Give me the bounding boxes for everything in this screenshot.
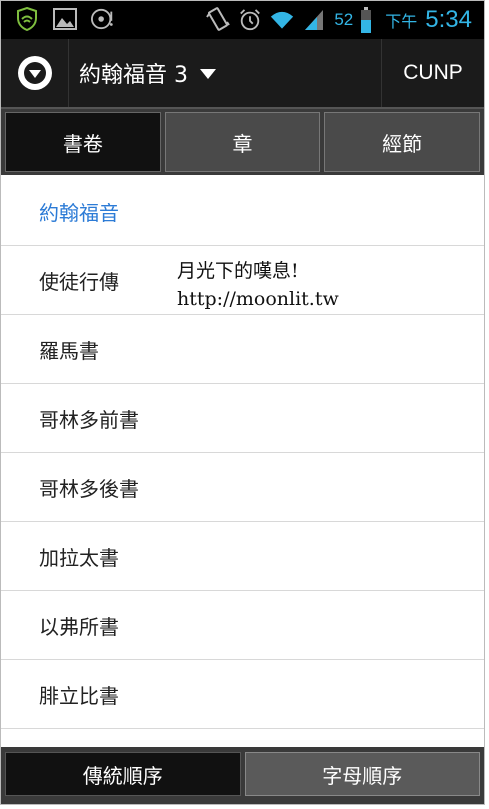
wifi-icon — [270, 8, 294, 32]
list-item[interactable]: 以弗所書 — [1, 591, 484, 660]
watermark-line-1: 月光下的嘆息! — [177, 260, 299, 282]
tab-book[interactable]: 書卷 — [5, 112, 161, 172]
list-item[interactable]: 哥林多後書 — [1, 453, 484, 522]
version-button[interactable]: CUNP — [382, 39, 484, 107]
list-item[interactable]: 腓立比書 — [1, 660, 484, 729]
alarm-icon — [238, 8, 262, 32]
tab-verse[interactable]: 經節 — [324, 112, 481, 172]
alphabetical-order-button[interactable]: 字母順序 — [244, 752, 480, 796]
tab-chapter[interactable]: 章 — [164, 112, 321, 172]
app-frame: 52 下午 5:34 約翰福音 3 CUNP 書卷 章 經節 約翰福音 使徒行傳… — [0, 0, 485, 805]
vibrate-icon — [206, 7, 231, 32]
battery-level: 52 — [334, 10, 354, 29]
list-item[interactable]: 羅馬書 — [1, 315, 484, 384]
media-disc-icon — [91, 7, 115, 31]
clock-ampm: 下午 — [385, 12, 418, 31]
notification-icons — [15, 7, 115, 31]
traditional-order-button[interactable]: 傳統順序 — [5, 752, 241, 796]
list-item[interactable]: 約翰福音 — [1, 177, 484, 246]
app-logo-button[interactable] — [1, 39, 69, 107]
system-icons: 52 下午 5:34 — [206, 3, 472, 37]
battery-icon — [361, 7, 372, 33]
signal-icon — [302, 8, 326, 32]
book-chapter-dropdown[interactable]: 約翰福音 3 — [79, 39, 216, 107]
shield-icon — [15, 7, 39, 31]
image-icon — [53, 7, 77, 31]
action-bar-title: 約翰福音 3 — [79, 63, 188, 88]
selector-tabs: 書卷 章 經節 — [1, 109, 484, 175]
sort-order-bar: 傳統順序 字母順序 — [1, 747, 484, 804]
status-bar: 52 下午 5:34 — [1, 1, 484, 39]
list-item[interactable]: 加拉太書 — [1, 522, 484, 591]
clock-time: 5:34 — [425, 6, 472, 33]
watermark-text: 月光下的嘆息! http://moonlit.tw — [177, 257, 339, 313]
action-bar: 約翰福音 3 CUNP — [1, 39, 484, 109]
watermark-line-2: http://moonlit.tw — [177, 288, 339, 310]
dropdown-arrow-icon — [200, 69, 216, 79]
list-item[interactable]: 哥林多前書 — [1, 384, 484, 453]
app-logo-icon — [17, 56, 52, 90]
